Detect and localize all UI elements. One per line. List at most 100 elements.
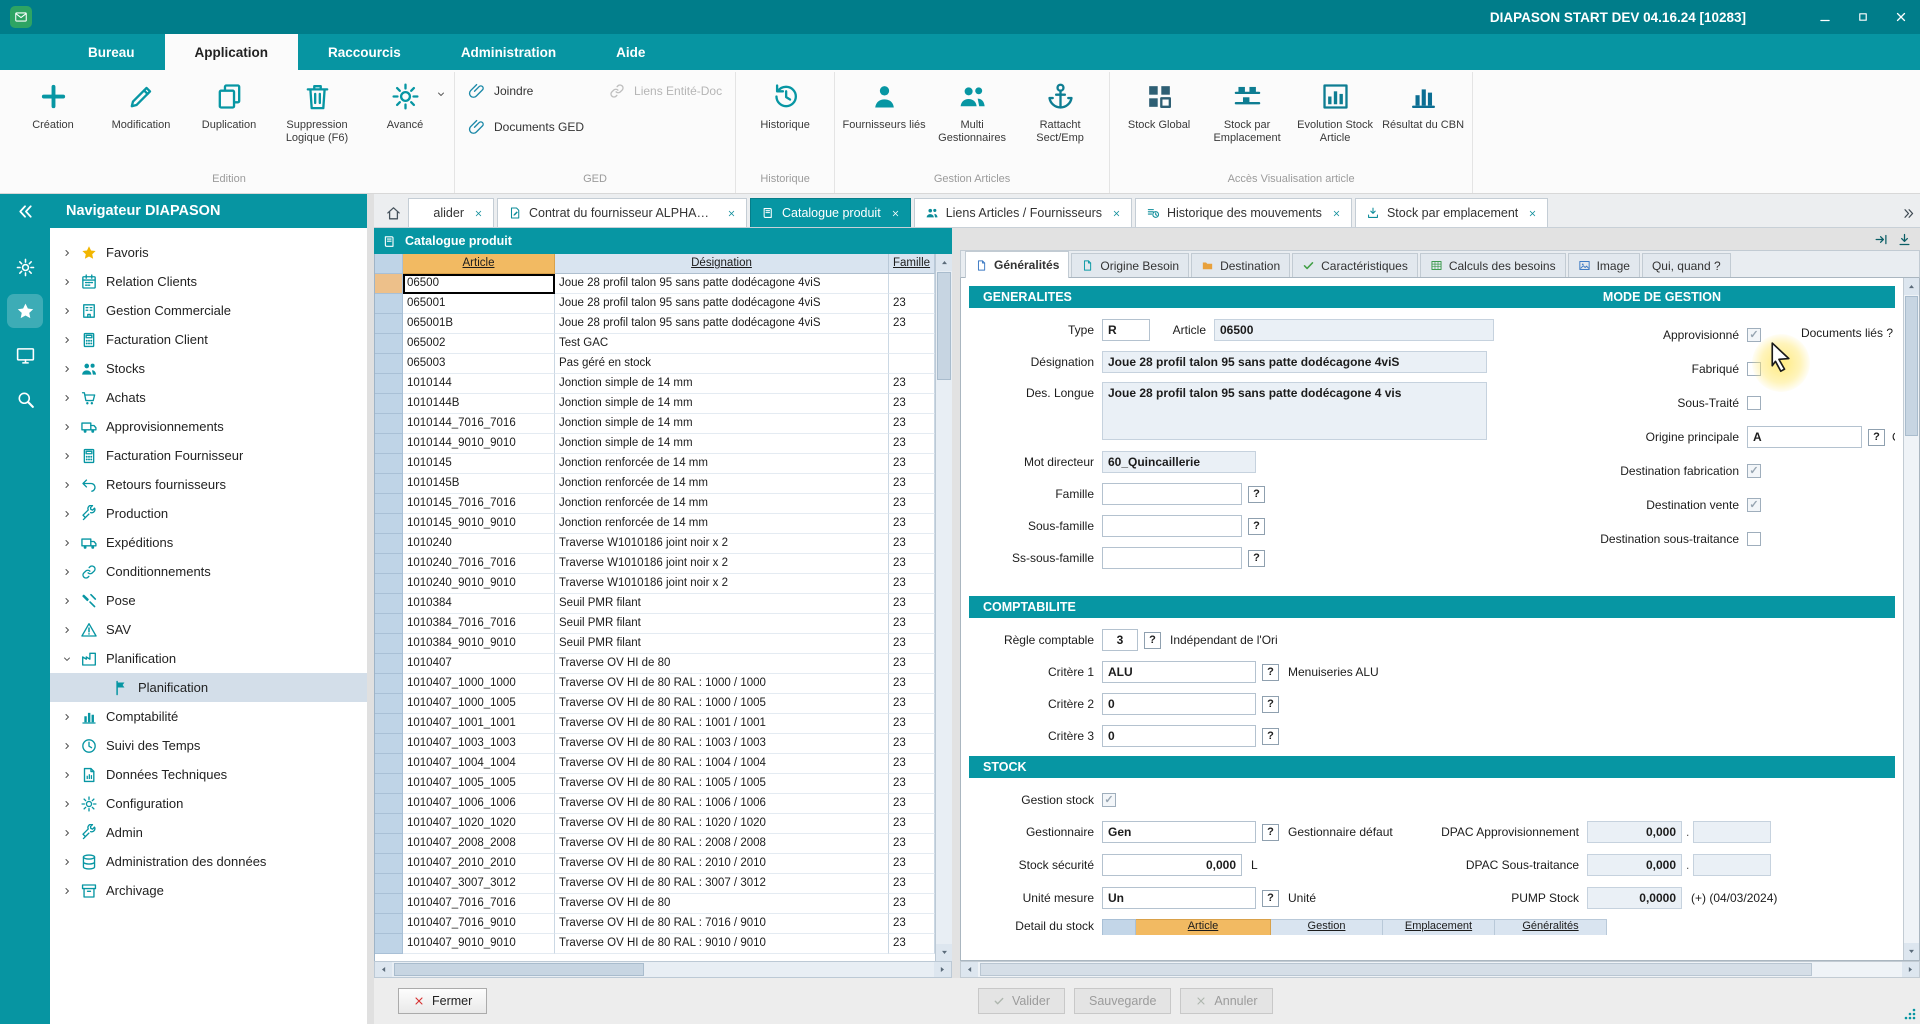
expand-arrow-icon[interactable] — [62, 364, 78, 374]
table-row[interactable]: 1010407_7016_7016Traverse OV HI de 8023 — [375, 894, 935, 914]
sidebar-item-admin[interactable]: Admin — [50, 818, 367, 847]
expand-arrow-icon[interactable] — [62, 770, 78, 780]
row-selector[interactable] — [375, 374, 403, 394]
row-selector[interactable] — [375, 474, 403, 494]
cell-designation[interactable]: Jonction simple de 14 mm — [555, 374, 889, 394]
cell-article[interactable]: 1010384 — [403, 594, 555, 614]
table-row[interactable]: 1010144_9010_9010Jonction simple de 14 m… — [375, 434, 935, 454]
type-input[interactable]: R — [1102, 319, 1150, 341]
cell-designation[interactable]: Jonction simple de 14 mm — [555, 434, 889, 454]
settings-sidebar-button[interactable] — [7, 250, 43, 284]
cell-designation[interactable]: Traverse W1010186 joint noir x 2 — [555, 554, 889, 574]
sidebar-item-stocks[interactable]: Stocks — [50, 354, 367, 383]
search-sidebar-button[interactable] — [7, 382, 43, 416]
cell-article[interactable]: 065002 — [403, 334, 555, 354]
expand-arrow-icon[interactable] — [62, 248, 78, 258]
row-selector[interactable] — [375, 794, 403, 814]
stock-securite-input[interactable]: 0,000 — [1102, 854, 1242, 876]
resize-grip-icon[interactable] — [1903, 1007, 1917, 1021]
minimize-button[interactable] — [1806, 0, 1844, 34]
cell-designation[interactable]: Jonction renforcée de 14 mm — [555, 474, 889, 494]
scroll-right-button[interactable] — [934, 962, 951, 977]
cell-designation[interactable]: Traverse OV HI de 80 RAL : 2010 / 2010 — [555, 854, 889, 874]
cell-famille[interactable]: 23 — [889, 874, 935, 894]
annuler-button[interactable]: Annuler — [1180, 988, 1272, 1014]
expand-arrow-icon[interactable] — [62, 422, 78, 432]
famille-input[interactable] — [1102, 483, 1242, 505]
expand-arrow-icon[interactable] — [62, 335, 78, 345]
row-selector[interactable] — [375, 714, 403, 734]
row-selector[interactable] — [375, 654, 403, 674]
tab-overflow-button[interactable] — [1901, 206, 1916, 221]
cell-famille[interactable]: 23 — [889, 654, 935, 674]
detail-vertical-scrollbar[interactable] — [1903, 278, 1919, 960]
table-row[interactable]: 1010407_7016_9010Traverse OV HI de 80 RA… — [375, 914, 935, 934]
cell-designation[interactable]: Seuil PMR filant — [555, 614, 889, 634]
sidebar-item-planification[interactable]: Planification — [50, 644, 367, 673]
row-selector[interactable] — [375, 594, 403, 614]
cell-article[interactable]: 1010407_1004_1004 — [403, 754, 555, 774]
famille-help-button[interactable]: ? — [1248, 486, 1265, 503]
cell-famille[interactable]: 23 — [889, 734, 935, 754]
row-selector[interactable] — [375, 934, 403, 954]
panel-splitter[interactable] — [952, 228, 960, 978]
row-selector[interactable] — [375, 514, 403, 534]
table-row[interactable]: 1010240_7016_7016Traverse W1010186 joint… — [375, 554, 935, 574]
cell-article[interactable]: 065001 — [403, 294, 555, 314]
sidebar-item-suivi-des-temps[interactable]: Suivi des Temps — [50, 731, 367, 760]
cell-article[interactable]: 1010144 — [403, 374, 555, 394]
expand-arrow-icon[interactable] — [62, 567, 78, 577]
scroll-right-button[interactable] — [1902, 962, 1919, 977]
cell-famille[interactable]: 23 — [889, 554, 935, 574]
table-row[interactable]: 1010384Seuil PMR filant23 — [375, 594, 935, 614]
cell-article[interactable]: 1010407_1020_1020 — [403, 814, 555, 834]
destination-vente-checkbox[interactable] — [1747, 498, 1761, 512]
row-selector[interactable] — [375, 574, 403, 594]
table-row[interactable]: 1010407_1000_1000Traverse OV HI de 80 RA… — [375, 674, 935, 694]
table-row[interactable]: 065001Joue 28 profil talon 95 sans patte… — [375, 294, 935, 314]
cell-designation[interactable]: Traverse OV HI de 80 RAL : 1005 / 1005 — [555, 774, 889, 794]
sidebar-item-planification[interactable]: Planification — [50, 673, 367, 702]
cell-article[interactable]: 1010407_1001_1001 — [403, 714, 555, 734]
table-row[interactable]: 1010407_9010_9010Traverse OV HI de 80 RA… — [375, 934, 935, 954]
cell-famille[interactable]: 23 — [889, 614, 935, 634]
cell-article[interactable]: 1010144_7016_7016 — [403, 414, 555, 434]
table-row[interactable]: 1010407_1000_1005Traverse OV HI de 80 RA… — [375, 694, 935, 714]
cell-designation[interactable]: Pas géré en stock — [555, 354, 889, 374]
cell-designation[interactable]: Traverse W1010186 joint noir x 2 — [555, 574, 889, 594]
ribbon-button-multi-gestionnaires[interactable]: Multi Gestionnaires — [928, 72, 1016, 145]
close-tab-icon[interactable] — [1528, 209, 1537, 218]
dpac-st-extra-input[interactable] — [1693, 854, 1771, 876]
fermer-button[interactable]: Fermer — [398, 988, 487, 1014]
table-row[interactable]: 065001BJoue 28 profil talon 95 sans patt… — [375, 314, 935, 334]
export-down-icon[interactable] — [1897, 232, 1912, 247]
column-header-famille[interactable]: Famille — [889, 254, 935, 274]
close-tab-icon[interactable] — [891, 209, 900, 218]
des-longue-input[interactable]: Joue 28 profil talon 95 sans patte dodéc… — [1102, 382, 1487, 440]
cell-famille[interactable]: 23 — [889, 714, 935, 734]
close-tab-icon[interactable] — [727, 209, 736, 218]
cell-famille[interactable]: 23 — [889, 374, 935, 394]
table-row[interactable]: 1010407_1005_1005Traverse OV HI de 80 RA… — [375, 774, 935, 794]
ribbon-button-historique[interactable]: Historique — [741, 72, 829, 132]
expand-arrow-icon[interactable] — [62, 596, 78, 606]
expand-arrow-icon[interactable] — [62, 451, 78, 461]
cell-designation[interactable]: Traverse OV HI de 80 RAL : 7016 / 9010 — [555, 914, 889, 934]
cell-designation[interactable]: Test GAC — [555, 334, 889, 354]
expand-arrow-icon[interactable] — [62, 306, 78, 316]
destination-sous-traitance-checkbox[interactable] — [1747, 532, 1761, 546]
scroll-up-button[interactable] — [936, 254, 952, 271]
ss-sous-famille-help-button[interactable]: ? — [1248, 550, 1265, 567]
cell-famille[interactable]: 23 — [889, 594, 935, 614]
designation-input[interactable]: Joue 28 profil talon 95 sans patte dodéc… — [1102, 351, 1487, 373]
row-selector[interactable] — [375, 734, 403, 754]
table-row[interactable]: 1010144BJonction simple de 14 mm23 — [375, 394, 935, 414]
cell-designation[interactable]: Traverse OV HI de 80 — [555, 654, 889, 674]
detail-tab-origine-besoin[interactable]: Origine Besoin — [1071, 253, 1189, 277]
destination-fabrication-checkbox[interactable] — [1747, 464, 1761, 478]
cell-article[interactable]: 1010407 — [403, 654, 555, 674]
menu-bureau[interactable]: Bureau — [58, 34, 165, 70]
sidebar-item-achats[interactable]: Achats — [50, 383, 367, 412]
critere1-input[interactable]: ALU — [1102, 661, 1256, 683]
critere2-help-button[interactable]: ? — [1262, 696, 1279, 713]
